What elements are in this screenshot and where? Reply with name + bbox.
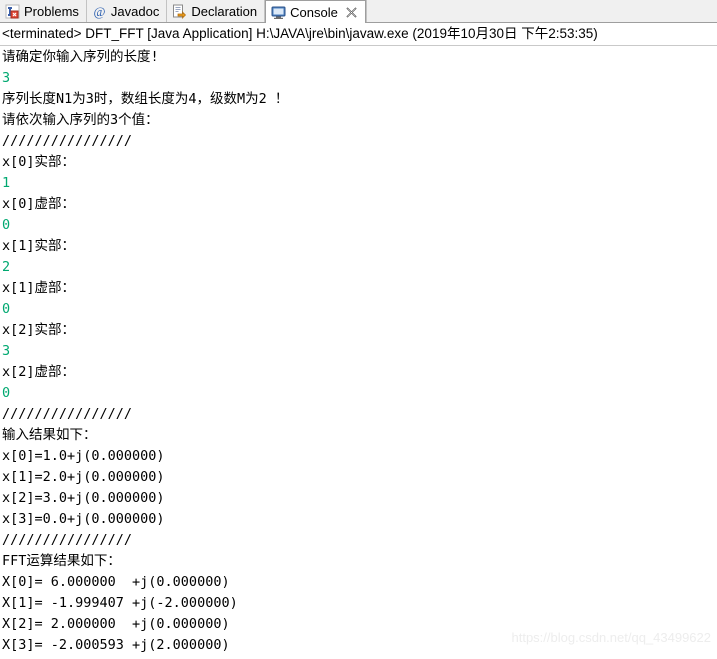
view-tabbar: Problems @ Javadoc Declaration Console: [0, 0, 717, 23]
javadoc-at-icon: @: [92, 4, 107, 19]
tab-javadoc[interactable]: @ Javadoc: [86, 0, 168, 22]
console-output-line: x[2]实部：: [2, 322, 76, 338]
console-input-line: 0: [2, 301, 11, 317]
console-output-line: ////////////////: [2, 532, 133, 548]
console-output-line: 序列长度N1为3时，数组长度为4，级数M为2 ！: [2, 91, 289, 107]
console-output-line: x[1]=2.0+j(0.000000): [2, 469, 165, 485]
console-output-line: x[2]=3.0+j(0.000000): [2, 490, 165, 506]
console-output-line: ////////////////: [2, 133, 133, 149]
console-output-line: x[3]=0.0+j(0.000000): [2, 511, 165, 527]
declaration-icon: [172, 4, 187, 19]
tab-label: Declaration: [191, 3, 258, 19]
console-input-line: 0: [2, 217, 11, 233]
console-output-line: x[0]=1.0+j(0.000000): [2, 448, 165, 464]
console-output-line: X[1]= -1.999407 +j(-2.000000): [2, 595, 238, 611]
console-input-line: 3: [2, 70, 11, 86]
tab-console[interactable]: Console: [265, 0, 366, 23]
console-input-line: 1: [2, 175, 11, 191]
console-output-line: 输入结果如下：: [2, 427, 97, 443]
svg-text:@: @: [93, 4, 105, 19]
launch-config-line: <terminated> DFT_FFT [Java Application] …: [2, 26, 598, 41]
console-input-line: 0: [2, 385, 11, 401]
console-output-line: ////////////////: [2, 406, 133, 422]
tab-label: Problems: [24, 3, 79, 19]
tab-declaration[interactable]: Declaration: [167, 0, 266, 22]
console-output-line: x[1]实部：: [2, 238, 76, 254]
console-output-line: X[3]= -2.000593 +j(2.000000): [2, 637, 230, 653]
console-output-line: x[2]虚部：: [2, 364, 76, 380]
tab-problems[interactable]: Problems: [0, 0, 87, 22]
console-output-line: 请确定你输入序列的长度!: [2, 49, 159, 65]
console-lines: 请确定你输入序列的长度! 3 序列长度N1为3时，数组长度为4，级数M为2 ！ 请依次…: [2, 47, 717, 656]
tab-label: Console: [290, 4, 338, 20]
tabbar-filler: [365, 0, 717, 22]
console-input-line: 2: [2, 259, 11, 275]
problems-icon: [5, 4, 20, 19]
console-output-line: X[0]= 6.000000 +j(0.000000): [2, 574, 230, 590]
console-monitor-icon: [271, 5, 286, 20]
console-output-line: FFT运算结果如下：: [2, 553, 121, 569]
console-input-line: 3: [2, 343, 11, 359]
console-output[interactable]: 请确定你输入序列的长度! 3 序列长度N1为3时，数组长度为4，级数M为2 ！ 请依次…: [0, 46, 717, 656]
console-output-line: x[0]实部：: [2, 154, 76, 170]
console-output-line: x[1]虚部：: [2, 280, 76, 296]
close-icon[interactable]: [346, 6, 358, 18]
console-output-line: X[2]= 2.000000 +j(0.000000): [2, 616, 230, 632]
console-output-line: x[0]虚部：: [2, 196, 76, 212]
console-output-line: 请依次输入序列的3个值：: [2, 112, 159, 128]
tab-label: Javadoc: [110, 3, 160, 19]
